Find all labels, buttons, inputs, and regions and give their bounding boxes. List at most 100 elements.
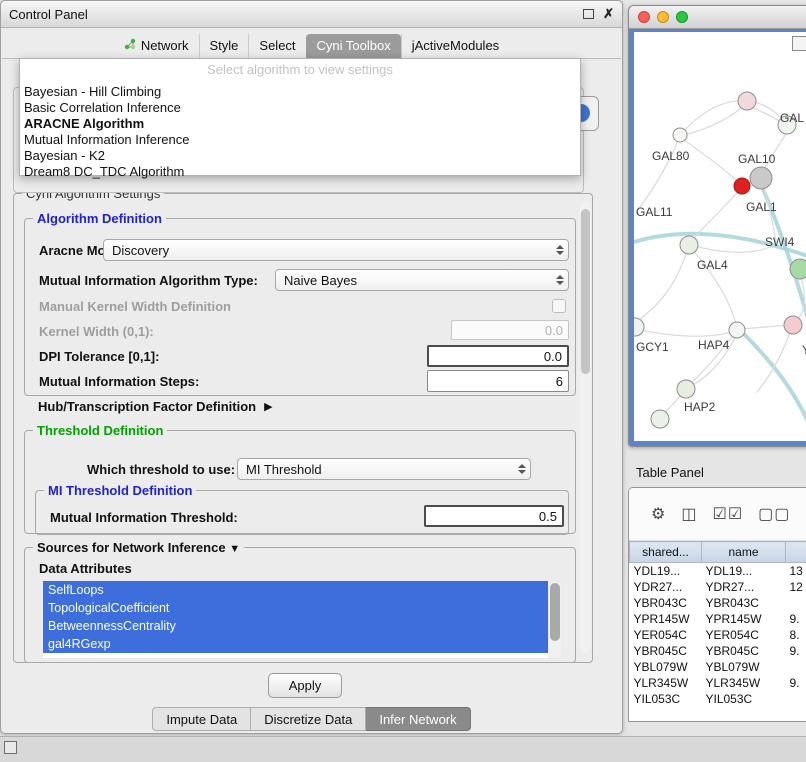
mi-steps-field[interactable]: 6 bbox=[427, 370, 569, 392]
attribute-item-betweennesscentrality[interactable]: BetweennessCentrality bbox=[43, 617, 548, 635]
table-cell[interactable]: YLR345W bbox=[630, 675, 702, 691]
network-node[interactable] bbox=[790, 259, 806, 279]
tab-jactivemodules[interactable]: jActiveModules bbox=[401, 34, 509, 58]
table-cell[interactable]: YBL079W bbox=[630, 659, 702, 675]
mi-threshold-field[interactable]: 0.5 bbox=[424, 505, 564, 527]
table-cell[interactable]: YDL19... bbox=[630, 563, 702, 580]
network-node[interactable] bbox=[750, 167, 772, 189]
table-row[interactable]: YBR045CYBR045C9. bbox=[630, 643, 806, 659]
attributes-scrollbar[interactable] bbox=[549, 581, 561, 658]
table-row[interactable]: YBL079WYBL079W bbox=[630, 659, 806, 675]
table-row[interactable]: YBR043CYBR043C bbox=[630, 595, 806, 611]
algorithm-option-bayesian-k2[interactable]: Bayesian - K2 bbox=[20, 148, 580, 164]
hub-definition-toggle[interactable]: Hub/Transcription Factor Definition ▶ bbox=[38, 399, 273, 414]
attribute-item-gal4rgexp[interactable]: gal4RGexp bbox=[43, 635, 548, 653]
tab-cyni-toolbox[interactable]: Cyni Toolbox bbox=[306, 34, 401, 58]
settings-scrollbar-thumb[interactable] bbox=[581, 209, 590, 374]
minimize-light-icon[interactable] bbox=[657, 11, 669, 23]
table-cell[interactable]: YLR345W bbox=[702, 675, 786, 691]
table-cell[interactable]: YBL079W bbox=[702, 659, 786, 675]
table-row[interactable]: YDL19...YDL19...13 bbox=[630, 563, 806, 580]
table-row[interactable]: YER054CYER054C8. bbox=[630, 627, 806, 643]
table-row[interactable]: YLR345WYLR345W9. bbox=[630, 675, 806, 691]
network-node[interactable] bbox=[784, 316, 802, 334]
gear-icon[interactable]: ⚙ bbox=[651, 504, 666, 524]
table-row[interactable]: YDR27...YDR27...12 bbox=[630, 579, 806, 595]
manual-kernel-width-checkbox[interactable] bbox=[552, 299, 566, 313]
table-row[interactable]: YIL053CYIL053C bbox=[630, 691, 806, 707]
table-cell[interactable]: YPR145W bbox=[702, 611, 786, 627]
kernel-width-value: 0.0 bbox=[545, 323, 563, 338]
algorithm-option-basic-correlation-inference[interactable]: Basic Correlation Inference bbox=[20, 100, 580, 116]
kernel-width-field[interactable]: 0.0 bbox=[451, 320, 569, 340]
mi-algorithm-type-select[interactable]: Naive Bayes bbox=[275, 269, 569, 291]
panel-toggle-icon[interactable] bbox=[4, 741, 17, 754]
aracne-mode-select[interactable]: Discovery bbox=[103, 239, 569, 261]
table-cell[interactable]: 9. bbox=[786, 611, 806, 627]
which-threshold-select[interactable]: MI Threshold bbox=[237, 458, 531, 480]
column-header[interactable]: shared... bbox=[630, 542, 702, 563]
zoom-light-icon[interactable] bbox=[676, 11, 688, 23]
network-node[interactable] bbox=[680, 236, 698, 254]
hide-columns-icon[interactable]: ▢▢ bbox=[758, 504, 790, 524]
table-cell[interactable]: YBR045C bbox=[702, 643, 786, 659]
columns-icon[interactable]: ◫ bbox=[681, 504, 697, 524]
tab-network[interactable]: Network bbox=[114, 34, 199, 58]
network-node[interactable] bbox=[677, 380, 695, 398]
table-cell[interactable]: YDR27... bbox=[630, 579, 702, 595]
table-cell[interactable]: YPR145W bbox=[630, 611, 702, 627]
close-icon[interactable]: ✗ bbox=[603, 6, 614, 22]
show-columns-icon[interactable]: ☑☑ bbox=[712, 504, 743, 524]
table-cell[interactable]: 12 bbox=[786, 579, 806, 595]
table-cell[interactable]: 9. bbox=[786, 675, 806, 691]
float-window-icon[interactable] bbox=[583, 9, 594, 19]
table-cell[interactable]: 8. bbox=[786, 627, 806, 643]
birdseye-toggle[interactable] bbox=[792, 36, 806, 51]
tab-select[interactable]: Select bbox=[248, 34, 305, 58]
control-panel-titlebar[interactable]: Control Panel ✗ bbox=[1, 1, 622, 28]
table-cell[interactable]: YBR045C bbox=[630, 643, 702, 659]
algorithm-option-bayesian-hill-climbing[interactable]: Bayesian - Hill Climbing bbox=[20, 84, 580, 100]
tab-style[interactable]: Style bbox=[199, 34, 249, 58]
algorithm-option-mutual-information-inference[interactable]: Mutual Information Inference bbox=[20, 132, 580, 148]
column-header[interactable]: name bbox=[702, 542, 786, 563]
table-cell[interactable]: YDL19... bbox=[702, 563, 786, 580]
sources-group-title[interactable]: Sources for Network Inference ▼ bbox=[33, 540, 244, 555]
bottom-tab-infer-network[interactable]: Infer Network bbox=[366, 707, 470, 731]
table-cell[interactable]: YIL053C bbox=[702, 691, 786, 707]
table-cell[interactable]: YER054C bbox=[702, 627, 786, 643]
table-cell[interactable] bbox=[786, 595, 806, 611]
apply-button[interactable]: Apply bbox=[268, 673, 342, 698]
table-cell[interactable]: YBR043C bbox=[702, 595, 786, 611]
table-cell[interactable]: YIL053C bbox=[630, 691, 702, 707]
table-cell[interactable]: 13 bbox=[786, 563, 806, 580]
table-cell[interactable]: YBR043C bbox=[630, 595, 702, 611]
close-light-icon[interactable] bbox=[638, 11, 650, 23]
bottom-tab-impute-data[interactable]: Impute Data bbox=[152, 707, 251, 731]
table-cell[interactable] bbox=[786, 691, 806, 707]
table-cell[interactable]: YDR27... bbox=[702, 579, 786, 595]
attribute-item-selfloops[interactable]: SelfLoops bbox=[43, 581, 548, 599]
network-node[interactable] bbox=[734, 178, 750, 194]
algorithm-option-aracne-algorithm[interactable]: ARACNE Algorithm bbox=[20, 116, 580, 132]
column-header[interactable] bbox=[786, 542, 806, 563]
table-cell[interactable] bbox=[786, 659, 806, 675]
network-node[interactable] bbox=[634, 318, 644, 336]
settings-scrollbar[interactable] bbox=[580, 201, 591, 653]
attribute-item-topologicalcoefficient[interactable]: TopologicalCoefficient bbox=[43, 599, 548, 617]
data-attributes-list[interactable]: SelfLoopsTopologicalCoefficientBetweenne… bbox=[43, 581, 548, 658]
network-node[interactable] bbox=[729, 322, 745, 338]
dpi-tolerance-field[interactable]: 0.0 bbox=[427, 345, 569, 367]
network-node[interactable] bbox=[651, 410, 669, 428]
table-cell[interactable]: 9. bbox=[786, 643, 806, 659]
network-window-titlebar[interactable] bbox=[629, 6, 806, 29]
table-cell[interactable]: YER054C bbox=[630, 627, 702, 643]
bottom-tab-discretize-data[interactable]: Discretize Data bbox=[251, 707, 366, 731]
attributes-scrollbar-thumb[interactable] bbox=[550, 583, 560, 641]
network-node[interactable] bbox=[738, 92, 756, 110]
tab-strip: NetworkStyleSelectCyni ToolboxjActiveMod… bbox=[2, 32, 621, 59]
network-canvas[interactable]: GAL80GAL10GALGAL11GAL1SWI4GAL4GCY1HAP4HA… bbox=[634, 32, 806, 441]
algorithm-option-dream8-dc-tdc-algorithm[interactable]: Dream8 DC_TDC Algorithm bbox=[20, 164, 580, 180]
network-node[interactable] bbox=[673, 128, 687, 142]
table-row[interactable]: YPR145WYPR145W9. bbox=[630, 611, 806, 627]
